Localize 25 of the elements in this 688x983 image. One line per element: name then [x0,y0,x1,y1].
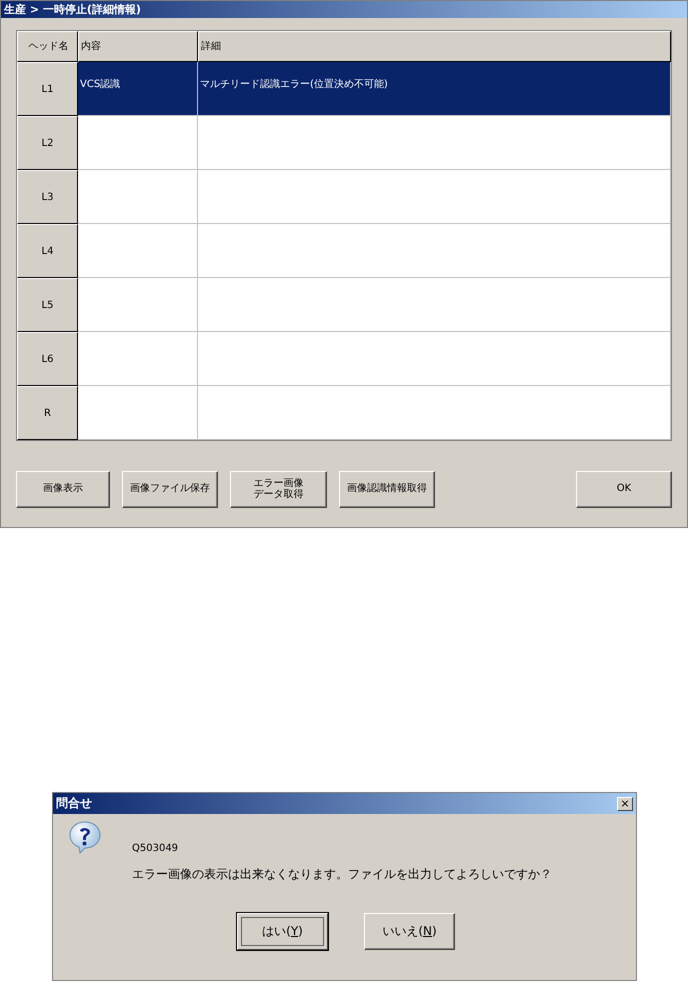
column-header[interactable]: 詳細 [198,31,671,62]
row-header[interactable]: L5 [17,278,78,332]
dialog-title: 問合せ [56,796,92,811]
row-header[interactable]: R [17,386,78,440]
row-header[interactable]: L2 [17,116,78,170]
window-title: 生産 > 一時停止(詳細情報) [4,2,141,17]
action-button[interactable]: 画像表示 [16,471,110,508]
action-button[interactable]: 画像ファイル保存 [122,471,218,508]
message-code: Q503049 [132,842,180,856]
action-button[interactable]: 画像認識情報取得 [339,471,435,508]
dialog-button[interactable]: いいえ(N) [364,913,455,950]
column-header[interactable]: 内容 [78,31,198,62]
dialog-button[interactable]: はい(Y) [237,913,328,950]
table-cell: マルチリード認識エラー(位置決め不可能) [198,62,671,116]
column-header[interactable]: ヘッド名 [17,31,78,62]
row-header[interactable]: L4 [17,224,78,278]
row-header[interactable]: L6 [17,332,78,386]
close-button[interactable]: × [617,796,633,810]
table-cell: VCS認識 [78,62,198,116]
action-button[interactable]: OK [576,471,672,508]
row-header[interactable]: L1 [17,62,78,116]
question-icon [68,820,102,854]
action-button[interactable]: エラー画像 データ取得 [230,471,327,508]
row-header[interactable]: L3 [17,170,78,224]
message-text: エラー画像の表示は出来なくなります。ファイルを出力してよろしいですか？ [132,866,552,883]
